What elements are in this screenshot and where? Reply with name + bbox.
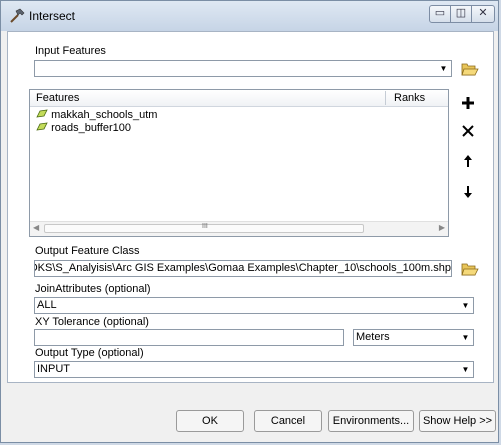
- features-list[interactable]: Features Ranks makkah_schools_utm roads_…: [29, 89, 449, 237]
- show-help-button[interactable]: Show Help >>: [419, 410, 496, 432]
- plus-icon: [462, 97, 474, 109]
- list-item-label: roads_buffer100: [51, 122, 131, 134]
- scroll-grip: III: [202, 223, 208, 230]
- xy-tolerance-label: XY Tolerance (optional): [35, 316, 149, 328]
- output-type-select[interactable]: INPUT ▼: [34, 361, 474, 378]
- title-bar: Intersect ▭ ◫ ✕: [1, 1, 498, 31]
- polygon-layer-icon: [36, 122, 48, 131]
- hammer-icon: [10, 8, 25, 23]
- join-attributes-label: JoinAttributes (optional): [35, 283, 151, 295]
- chevron-down-icon[interactable]: ▼: [437, 62, 450, 75]
- ok-button[interactable]: OK: [176, 410, 244, 432]
- maximize-button[interactable]: ◫: [450, 5, 472, 23]
- arrow-down-icon: [464, 186, 472, 198]
- scroll-left-icon[interactable]: ◀: [33, 223, 39, 232]
- input-features-label: Input Features: [35, 45, 106, 57]
- output-feature-class-input[interactable]: BOOKS\S_Analyisis\Arc GIS Examples\Gomaa…: [34, 260, 452, 277]
- column-header-ranks[interactable]: Ranks: [394, 92, 425, 104]
- list-item[interactable]: makkah_schools_utm: [36, 109, 157, 122]
- output-type-value: INPUT: [37, 363, 70, 375]
- column-divider[interactable]: [385, 91, 386, 105]
- folder-open-icon: [461, 63, 479, 76]
- remove-button[interactable]: [457, 120, 479, 142]
- list-item-label: makkah_schools_utm: [51, 109, 158, 121]
- close-button[interactable]: ✕: [471, 5, 495, 23]
- window-title: Intersect: [29, 9, 76, 23]
- xy-tolerance-units-value: Meters: [356, 331, 390, 343]
- cancel-button[interactable]: Cancel: [254, 410, 322, 432]
- add-button[interactable]: [457, 92, 479, 114]
- list-item[interactable]: roads_buffer100: [36, 122, 131, 135]
- folder-open-icon: [461, 263, 479, 276]
- minimize-icon: ▭: [434, 7, 446, 19]
- arrow-up-icon: [464, 155, 472, 167]
- minimize-button[interactable]: ▭: [429, 5, 451, 23]
- scroll-right-icon[interactable]: ▶: [439, 223, 445, 232]
- x-icon: [462, 125, 474, 137]
- maximize-icon: ◫: [455, 7, 467, 19]
- xy-tolerance-input[interactable]: [34, 329, 344, 346]
- environments-button[interactable]: Environments...: [328, 410, 414, 432]
- join-attributes-select[interactable]: ALL ▼: [34, 297, 474, 314]
- browse-output-button[interactable]: [459, 258, 481, 280]
- chevron-down-icon[interactable]: ▼: [459, 299, 472, 312]
- output-feature-class-value: BOOKS\S_Analyisis\Arc GIS Examples\Gomaa…: [34, 262, 451, 274]
- close-icon: ✕: [478, 7, 488, 19]
- browse-input-button[interactable]: [459, 58, 481, 80]
- move-down-button[interactable]: [457, 181, 479, 203]
- join-attributes-value: ALL: [37, 299, 57, 311]
- chevron-down-icon[interactable]: ▼: [459, 363, 472, 376]
- move-up-button[interactable]: [457, 150, 479, 172]
- polygon-layer-icon: [36, 109, 48, 118]
- chevron-down-icon[interactable]: ▼: [459, 331, 472, 344]
- list-header: Features Ranks: [30, 90, 448, 107]
- intersect-dialog: Intersect ▭ ◫ ✕ Input Features ▼ Feature…: [0, 0, 499, 443]
- horizontal-scrollbar[interactable]: ◀ III ▶: [30, 221, 448, 236]
- output-type-label: Output Type (optional): [35, 347, 144, 359]
- xy-tolerance-units-select[interactable]: Meters ▼: [353, 329, 474, 346]
- input-features-combo[interactable]: ▼: [34, 60, 452, 77]
- output-feature-class-label: Output Feature Class: [35, 245, 140, 257]
- column-header-features[interactable]: Features: [36, 92, 79, 104]
